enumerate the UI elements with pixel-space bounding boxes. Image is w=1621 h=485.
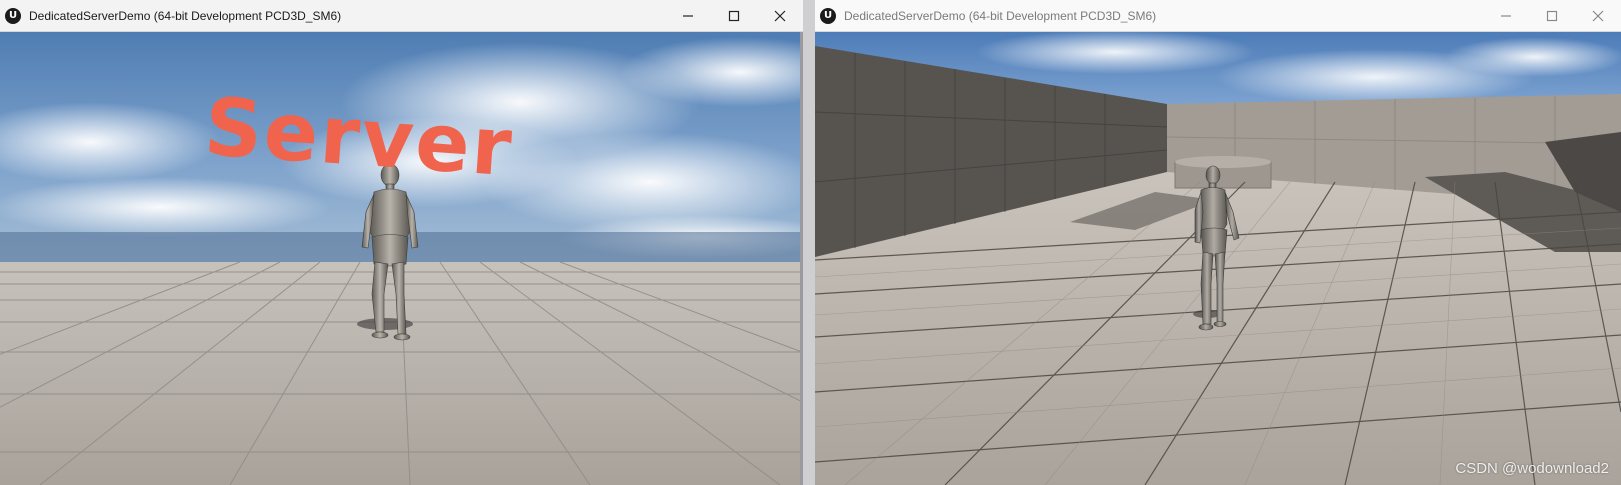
title-bar[interactable]: U DedicatedServerDemo (64-bit Developmen… bbox=[0, 0, 803, 32]
minimize-icon bbox=[1501, 14, 1511, 17]
minimize-button[interactable] bbox=[1483, 0, 1529, 32]
maximize-icon bbox=[1546, 10, 1558, 21]
game-viewport[interactable]: CSDN @wodownload2 bbox=[815, 32, 1621, 485]
game-viewport[interactable]: Server bbox=[0, 32, 803, 485]
close-icon bbox=[1592, 10, 1604, 21]
close-button[interactable] bbox=[1575, 0, 1621, 32]
close-button[interactable] bbox=[757, 0, 803, 32]
maximize-button[interactable] bbox=[1529, 0, 1575, 32]
title-bar[interactable]: U DedicatedServerDemo (64-bit Developmen… bbox=[815, 0, 1621, 32]
window-title: DedicatedServerDemo (64-bit Development … bbox=[844, 8, 1157, 23]
minimize-icon bbox=[683, 14, 693, 17]
maximize-button[interactable] bbox=[711, 0, 757, 32]
close-icon bbox=[774, 10, 786, 21]
maximize-icon bbox=[728, 10, 740, 21]
minimize-button[interactable] bbox=[665, 0, 711, 32]
window-border bbox=[800, 32, 803, 485]
caption-buttons bbox=[665, 0, 803, 32]
game-window-client[interactable]: U DedicatedServerDemo (64-bit Developmen… bbox=[815, 0, 1621, 485]
scene-client bbox=[815, 32, 1621, 485]
window-title: DedicatedServerDemo (64-bit Development … bbox=[29, 8, 342, 23]
unreal-logo-icon: U bbox=[820, 7, 836, 24]
unreal-logo-icon: U bbox=[5, 7, 21, 24]
game-window-server[interactable]: U DedicatedServerDemo (64-bit Developmen… bbox=[0, 0, 803, 485]
watermark-text: CSDN @wodownload2 bbox=[1455, 460, 1609, 477]
caption-buttons bbox=[1483, 0, 1621, 32]
